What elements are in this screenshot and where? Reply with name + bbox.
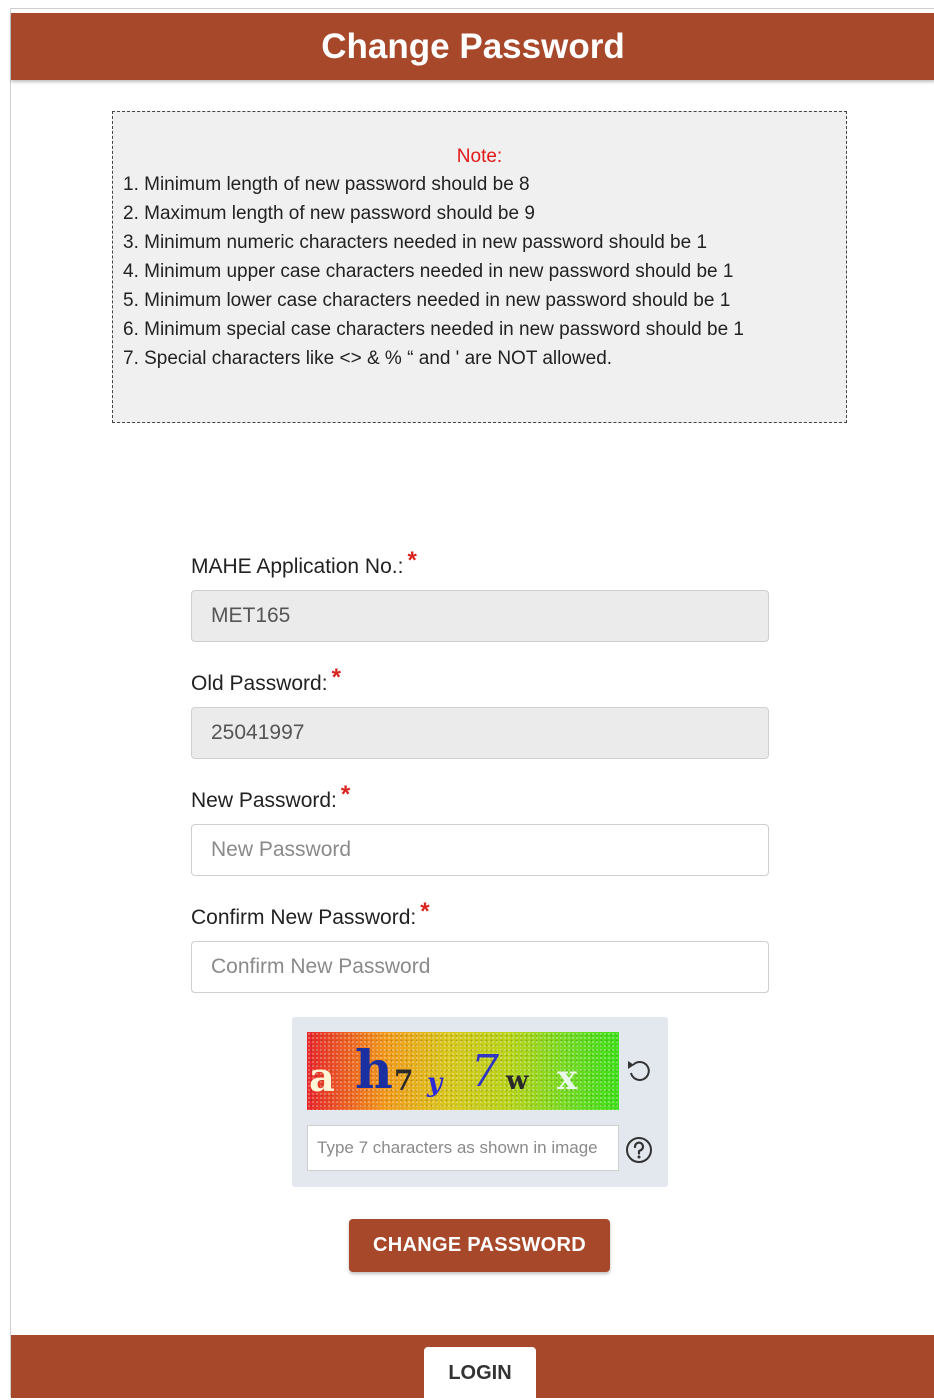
password-rules-note: Note: 1. Minimum length of new password … (112, 111, 847, 423)
note-item: 3. Minimum numeric characters needed in … (123, 232, 708, 253)
login-button[interactable]: LOGIN (424, 1347, 536, 1400)
note-item: 6. Minimum special case characters neede… (123, 319, 744, 340)
note-item: 2. Maximum length of new password should… (123, 203, 535, 224)
required-marker: * (340, 781, 351, 808)
note-item: 1. Minimum length of new password should… (123, 174, 530, 195)
note-list: 1. Minimum length of new password should… (123, 170, 846, 373)
note-item: 4. Minimum upper case characters needed … (123, 261, 734, 282)
note-item: 5. Minimum lower case characters needed … (123, 290, 731, 311)
captcha-image: a h 7 y 7 w x (307, 1032, 619, 1110)
application-no-field[interactable] (191, 590, 769, 642)
new-password-label-text: New Password: (191, 789, 337, 812)
captcha-glyph: a (309, 1054, 335, 1101)
new-password-field[interactable] (191, 824, 769, 876)
page-frame: Change Password Note: 1. Minimum length … (10, 8, 934, 1400)
refresh-icon[interactable] (625, 1057, 653, 1085)
captcha-panel: a h 7 y 7 w x (292, 1017, 668, 1187)
old-password-field[interactable] (191, 707, 769, 759)
captcha-glyph: 7 (394, 1064, 414, 1097)
change-password-button[interactable]: CHANGE PASSWORD (349, 1219, 610, 1272)
page-header: Change Password (11, 13, 934, 80)
note-title: Note: (456, 146, 503, 167)
confirm-password-label: Confirm New Password: * (191, 898, 430, 931)
page-title: Change Password (321, 27, 625, 66)
confirm-password-label-text: Confirm New Password: (191, 906, 417, 929)
captcha-glyph: 7 (471, 1046, 499, 1097)
required-marker: * (420, 898, 430, 925)
captcha-glyph: x (557, 1058, 578, 1098)
required-marker: * (407, 547, 417, 574)
note-item: 7. Special characters like <> & % “ and … (123, 348, 613, 369)
confirm-password-field[interactable] (191, 941, 769, 993)
captcha-glyph: w (506, 1066, 529, 1096)
required-marker: * (331, 664, 341, 691)
captcha-input[interactable] (307, 1125, 619, 1171)
application-no-label: MAHE Application No.: * (191, 547, 417, 580)
old-password-label: Old Password: * (191, 664, 341, 697)
footer-bar: LOGIN (11, 1335, 934, 1400)
old-password-label-text: Old Password: (191, 672, 328, 695)
help-icon[interactable] (625, 1136, 653, 1164)
new-password-label: New Password: * (191, 781, 350, 814)
application-no-label-text: MAHE Application No.: (191, 555, 404, 578)
captcha-glyph: y (427, 1068, 443, 1098)
captcha-glyph: h (355, 1040, 393, 1101)
